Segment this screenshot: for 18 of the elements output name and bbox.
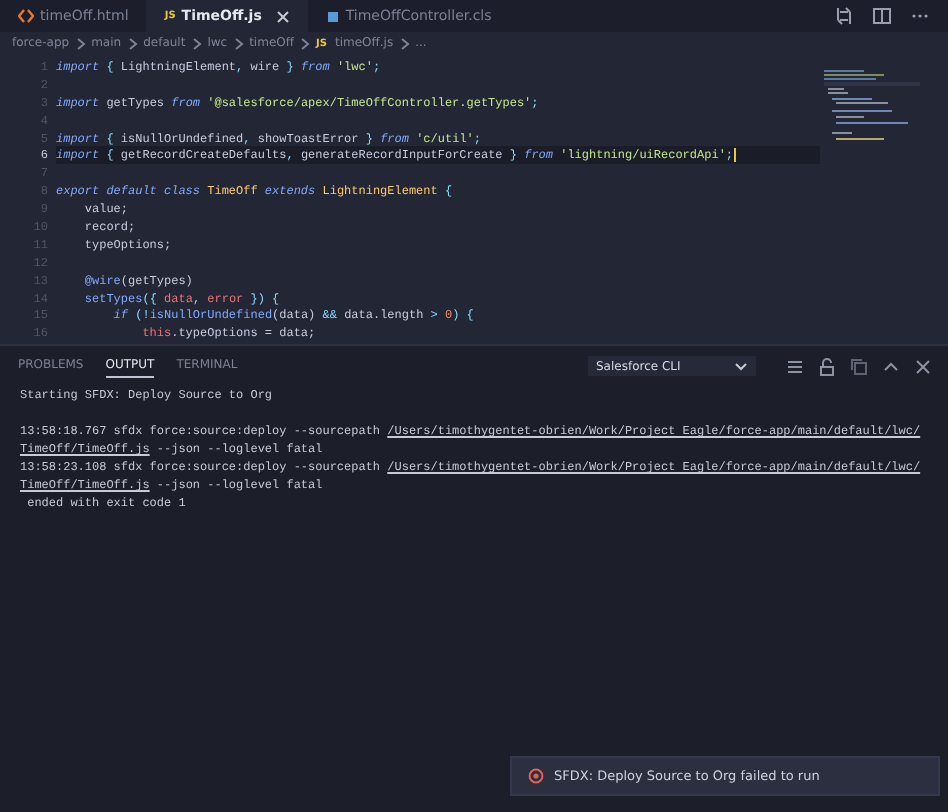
chevron-right-icon [399,37,410,49]
chevron-right-icon [233,37,244,49]
chevron-up-icon[interactable] [882,357,900,375]
chevron-right-icon [75,37,86,49]
chevron-right-icon [191,37,202,49]
file-icon [325,9,340,23]
chevron-right-icon [300,37,310,49]
lock-icon[interactable] [818,357,836,375]
chevron-down-icon [734,361,748,371]
close-icon[interactable] [275,9,290,23]
chevron-right-icon [127,37,138,49]
close-icon[interactable] [914,357,932,375]
list-icon[interactable] [786,357,804,375]
split-editor-icon[interactable] [872,6,892,26]
copy-icon[interactable] [850,357,868,375]
compare-icon[interactable] [834,6,854,26]
code-icon [18,8,34,24]
error-icon [528,768,544,784]
